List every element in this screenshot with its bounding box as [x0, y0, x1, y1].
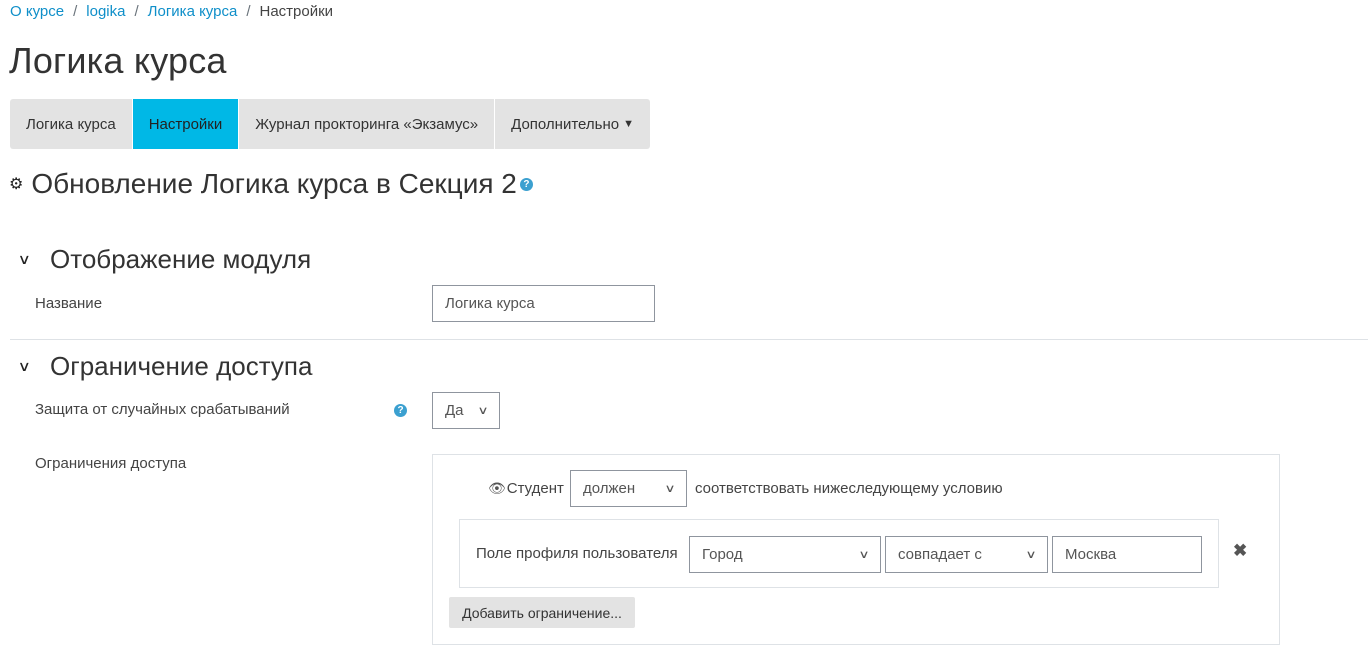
must-select[interactable]: должен ∨ [570, 470, 687, 507]
match-value-input-value: Москва [1065, 546, 1117, 563]
match-value-input[interactable]: Москва [1052, 536, 1202, 573]
breadcrumb: О курсе / logika / Логика курса / Настро… [10, 3, 333, 20]
protection-label: Защита от случайных срабатываний [35, 401, 290, 418]
protection-select[interactable]: Да ∨ [432, 392, 500, 429]
update-heading-text: Обновление Логика курса в Секция 2 [31, 168, 517, 199]
name-input[interactable]: Логика курса [432, 285, 655, 322]
breadcrumb-separator: / [246, 3, 251, 20]
name-input-value: Логика курса [445, 295, 535, 312]
breadcrumb-link-logika[interactable]: logika [86, 3, 125, 20]
help-icon[interactable]: ? [394, 404, 407, 417]
tab-course-logic[interactable]: Логика курса [10, 99, 133, 149]
protection-select-value: Да [445, 402, 464, 419]
operator-select[interactable]: совпадает с ∨ [885, 536, 1048, 573]
fieldset-module-display-legend: Отображение модуля [50, 244, 312, 274]
student-visibility-toggle[interactable]: 👁 Студент [488, 480, 564, 497]
student-label: Студент [506, 480, 564, 497]
fieldset-restrict-access[interactable]: ∨ Ограничение доступа [17, 351, 313, 382]
breadcrumb-separator: / [134, 3, 139, 20]
add-restriction-button[interactable]: Добавить ограничение... [449, 597, 635, 628]
chevron-down-icon: ∨ [1025, 549, 1037, 561]
breadcrumb-separator: / [73, 3, 78, 20]
tab-settings[interactable]: Настройки [132, 99, 240, 149]
eye-icon[interactable]: 👁 [488, 480, 506, 497]
chevron-down-icon: ∨ [17, 251, 31, 267]
tab-bar: Логика курса Настройки Журнал прокторинг… [10, 99, 650, 149]
condition-text: соответствовать нижеследующему условию [695, 480, 1003, 497]
breadcrumb-current: Настройки [259, 3, 334, 20]
breadcrumb-link-course[interactable]: О курсе [10, 3, 64, 20]
chevron-down-icon: ∨ [477, 405, 489, 417]
chevron-down-icon: ∨ [17, 358, 31, 374]
gear-icon: ⚙ [9, 176, 24, 193]
chevron-down-icon: ▼ [623, 118, 634, 130]
profile-field-label: Поле профиля пользователя [476, 545, 678, 562]
fieldset-restrict-access-legend: Ограничение доступа [50, 351, 313, 381]
section-divider [10, 339, 1368, 340]
must-select-value: должен [583, 480, 636, 497]
profile-field-select[interactable]: Город ∨ [689, 536, 881, 573]
chevron-down-icon: ∨ [664, 483, 676, 495]
chevron-down-icon: ∨ [858, 549, 870, 561]
tab-more[interactable]: Дополнительно ▼ [495, 99, 650, 149]
close-icon[interactable]: ✖ [1233, 541, 1247, 561]
profile-field-select-value: Город [702, 546, 743, 563]
restrictions-label: Ограничения доступа [35, 455, 187, 472]
tab-more-label: Дополнительно [511, 115, 620, 133]
tab-proctoring-log[interactable]: Журнал прокторинга «Экзамус» [239, 99, 496, 149]
help-icon[interactable]: ? [519, 177, 533, 191]
fieldset-module-display[interactable]: ∨ Отображение модуля [17, 244, 312, 275]
operator-select-value: совпадает с [898, 546, 982, 563]
update-heading: ⚙ Обновление Логика курса в Секция 2 ? [9, 168, 533, 200]
page-title: Логика курса [9, 40, 227, 81]
breadcrumb-link-course-logic[interactable]: Логика курса [148, 3, 238, 20]
name-label: Название [35, 295, 103, 312]
